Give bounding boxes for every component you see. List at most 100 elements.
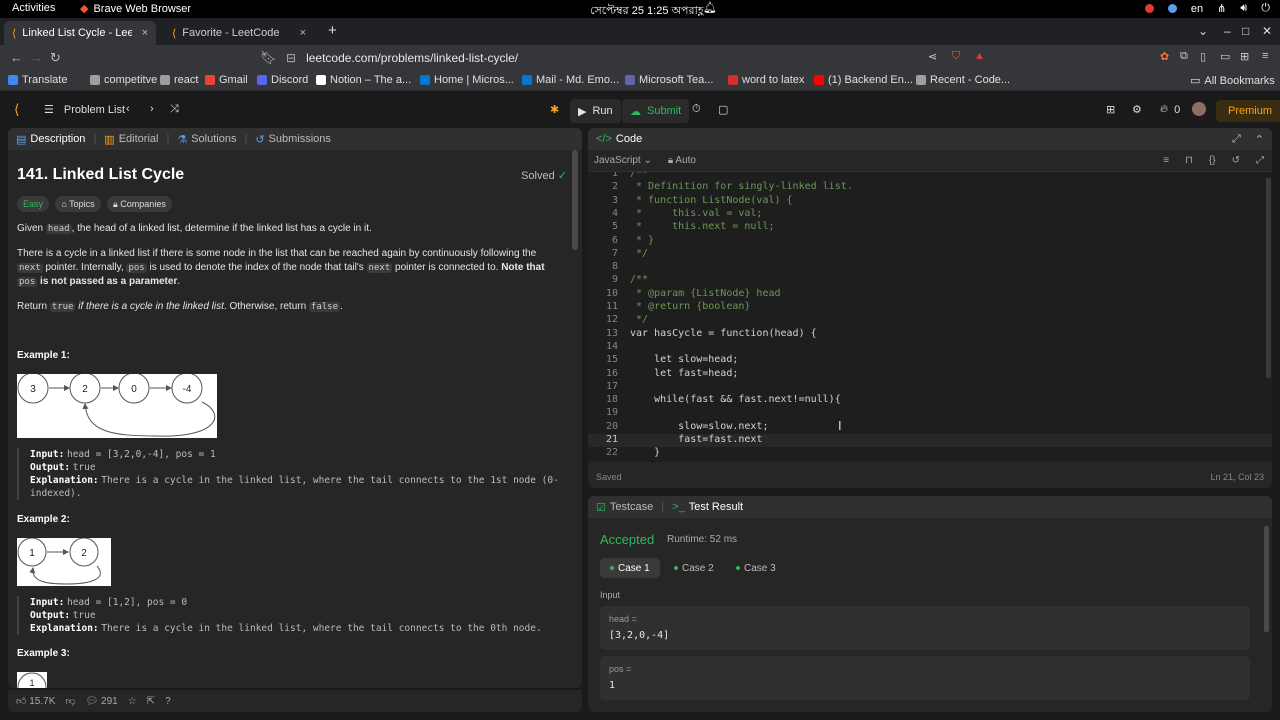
bookmark-page-icon[interactable]: 🔖︎ [260,50,277,66]
code-editor[interactable]: 1 /** 2 * Definition for singly-linked lis… [588,172,1272,462]
settings-gear-icon[interactable]: ⚙ [1132,103,1142,116]
tab-linked-list-cycle[interactable]: ⟨ Linked List Cycle - LeetC × [4,21,156,45]
premium-button[interactable]: Premium [1216,100,1280,122]
collapse-icon[interactable]: ⌃ [1255,133,1264,146]
timer-icon[interactable]: ⏱ [692,103,701,116]
reset-icon[interactable]: ↺ [1232,155,1240,166]
bookmark-favicon-icon [90,75,100,85]
all-bookmarks-button[interactable]: ▭ All Bookmarks [1190,74,1275,88]
bookmark-item[interactable]: Microsoft Tea... [625,74,713,86]
expand-icon[interactable]: ⤢ [1232,133,1241,146]
prev-problem-icon[interactable]: ‹ [126,103,130,115]
site-info-icon[interactable]: ⊟ [286,51,296,65]
brave-rewards-icon[interactable]: ▲ [974,50,985,62]
network-icon: ⋔ [1217,3,1227,15]
next-problem-icon[interactable]: › [150,103,154,115]
close-window-icon[interactable]: ✕ [1262,24,1272,38]
bookmark-item[interactable]: Discord [257,74,308,86]
bookmark-item[interactable]: Gmail [205,74,248,86]
tab-solutions[interactable]: Solutions [191,133,236,145]
tab-favorite[interactable]: ⟨ Favorite - LeetCode × [164,21,314,45]
code-line: 6 * } [588,235,1272,248]
sidebar-icon[interactable]: ▯ [1200,50,1206,63]
bookmark-item[interactable]: word to latex [728,74,804,86]
case-label: Case 3 [744,562,776,574]
tab-test-result[interactable]: Test Result [689,501,743,513]
forward-icon[interactable]: → [30,50,43,65]
format-icon[interactable]: ≡ [1163,155,1169,166]
bookmark-item[interactable]: competitve [90,74,157,86]
list-icon: ☰ [44,104,54,116]
close-tab-icon[interactable]: × [300,27,306,39]
auto-mode[interactable]: 🔒︎ Auto [668,155,696,166]
bookmark-item[interactable]: (1) Backend En... [814,74,913,86]
browser-tab-strip: ⟨ Linked List Cycle - LeetC × ⟨ Favorite… [0,18,1280,45]
share-icon[interactable]: ⇱ [147,696,155,707]
tab-testcase[interactable]: Testcase [610,501,653,513]
like-button[interactable]: 👍︎ 15.7K [16,695,55,707]
tab-description[interactable]: Description [30,133,85,145]
back-icon[interactable]: ← [10,50,23,65]
leetcode-logo-icon[interactable]: ⟨ [14,101,19,118]
description-footer: 👍︎ 15.7K 👎︎ 💬︎ 291 ☆ ⇱ ? [8,690,582,712]
bookmark-label: Mail - Md. Emo... [536,74,620,86]
bookmark-item[interactable]: Notion – The a... [316,74,411,86]
extension-icon[interactable]: ✿ [1160,50,1169,63]
address-bar[interactable]: ⊟ leetcode.com/problems/linked-list-cycl… [276,47,992,69]
test-result-panel: ☑ Testcase | >_ Test Result Accepted Run… [588,496,1272,712]
minimize-icon[interactable]: – [1224,24,1231,38]
menu-icon[interactable]: ≡ [1262,50,1268,62]
run-button[interactable]: ▶ Run [570,99,621,123]
streak-counter[interactable]: 🔥︎ 0 [1160,103,1180,116]
new-tab-button[interactable]: + [328,22,337,39]
topics-chip[interactable]: ⌂ Topics [55,196,101,212]
layout-icon[interactable]: ⊞ [1106,103,1115,116]
case-1-tab[interactable]: Case 1 [600,558,660,578]
random-problem-icon[interactable]: ⤨ [170,103,179,116]
tab-submissions[interactable]: Submissions [269,133,331,145]
bookmark-item[interactable]: react [160,74,198,86]
problem-list-button[interactable]: ☰ Problem List [44,103,125,117]
description-scrollbar[interactable] [572,150,578,250]
dislike-icon[interactable]: 👎︎ [65,695,75,707]
bookmark-item[interactable]: Recent - Code... [916,74,1010,86]
maximize-icon[interactable]: □ [1242,24,1249,38]
comments-button[interactable]: 💬︎ 291 [86,696,118,707]
close-tab-icon[interactable]: × [142,27,148,39]
leetcode-favicon-icon: ⟨ [172,27,177,40]
notes-icon[interactable]: ▢ [718,103,728,116]
favorite-star-icon[interactable]: ☆ [128,696,137,707]
language-select[interactable]: JavaScript ⌄ [594,155,652,166]
bookmark-icon[interactable]: ⊓ [1185,155,1193,166]
bookmark-item[interactable]: Home | Micros... [420,74,514,86]
system-tray[interactable]: en ⋔ 🔊︎ ⏻ [1144,2,1270,15]
tab-search-icon[interactable]: ⌄ [1198,24,1208,38]
code-line: 17 [588,381,1272,394]
fullscreen-icon[interactable]: ⤢ [1256,155,1264,166]
debug-bug-icon[interactable]: ✱ [550,103,559,116]
help-icon[interactable]: ? [165,696,171,707]
result-scrollbar[interactable] [1264,526,1269,632]
puzzle-extensions-icon[interactable]: ⧉ [1180,50,1188,63]
app-menu[interactable]: ◆ Brave Web Browser [80,2,191,16]
companies-chip[interactable]: 🔒︎ Companies [107,196,172,212]
problem-title[interactable]: 141. Linked List Cycle [17,166,184,184]
bookmark-item[interactable]: Mail - Md. Emo... [522,74,619,86]
reload-icon[interactable]: ↻ [50,50,61,66]
avatar[interactable] [1192,102,1206,116]
braces-icon[interactable]: {} [1209,155,1216,166]
inline-code: next [17,263,43,273]
brave-shields-icon[interactable]: ⛉ [952,50,960,63]
vpn-icon[interactable]: ⊞ [1240,50,1249,63]
bookmark-item[interactable]: Translate [8,74,67,86]
wallet-icon[interactable]: ▭ [1220,50,1230,63]
bookmark-favicon-icon [420,75,430,85]
submit-button[interactable]: ☁ Submit [622,99,690,123]
tab-divider: | [166,133,170,145]
share-icon[interactable]: ⋖ [928,50,937,63]
activities-button[interactable]: Activities [12,2,55,14]
tab-editorial[interactable]: Editorial [119,133,159,145]
editor-scrollbar[interactable] [1266,178,1271,378]
case-3-tab[interactable]: Case 3 [726,558,786,578]
case-2-tab[interactable]: Case 2 [664,558,724,578]
